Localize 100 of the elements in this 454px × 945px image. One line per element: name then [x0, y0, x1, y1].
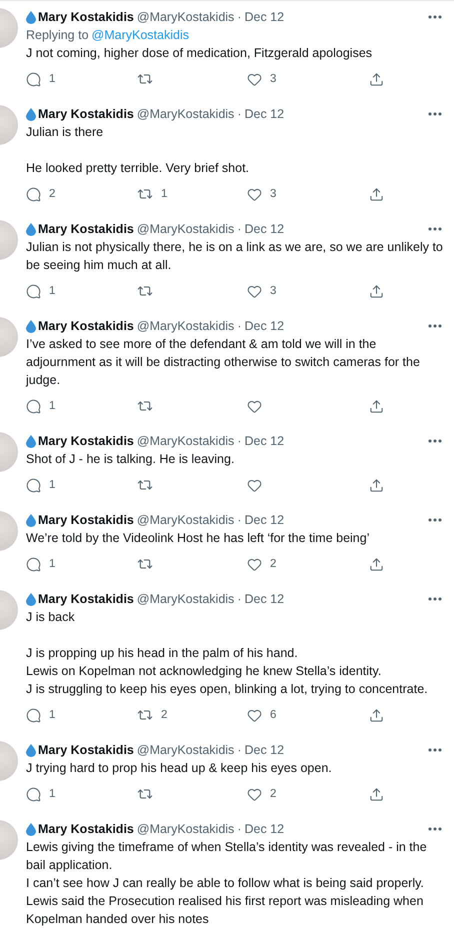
heart-icon	[247, 786, 262, 802]
author-name[interactable]: Mary Kostakidis	[38, 513, 134, 527]
drop-icon	[26, 108, 36, 120]
separator: ·	[237, 592, 242, 606]
reply-button[interactable]: 1	[26, 284, 56, 298]
author-handle: @MaryKostakidis	[136, 222, 234, 236]
like-button[interactable]	[247, 478, 262, 492]
reply-button[interactable]: 1	[26, 478, 56, 492]
tweet-date[interactable]: Dec 12	[244, 222, 284, 236]
tweet-date[interactable]: Dec 12	[244, 434, 284, 448]
share-button[interactable]	[369, 284, 384, 298]
author-name[interactable]: Mary Kostakidis	[38, 10, 134, 24]
retweet-button[interactable]: 2	[137, 707, 168, 723]
more-icon[interactable]	[428, 15, 442, 19]
author-handle: @MaryKostakidis	[136, 743, 234, 757]
author-handle: @MaryKostakidis	[136, 10, 234, 24]
more-icon[interactable]	[428, 748, 442, 752]
more-icon[interactable]	[428, 324, 442, 328]
drop-icon	[26, 592, 36, 606]
like-button[interactable]: 3	[247, 284, 276, 298]
speech-bubble-icon	[26, 72, 41, 86]
more-icon[interactable]	[428, 518, 442, 522]
share-icon	[369, 478, 384, 492]
tweet-text-line: Lewis said the Prosecution realised his first report was misleading when	[26, 893, 424, 910]
tweet-text-line: Kopelman handed over his notes	[26, 911, 210, 928]
more-icon[interactable]	[428, 227, 442, 231]
reply-button[interactable]: 1	[26, 786, 56, 802]
share-button[interactable]	[369, 72, 384, 86]
tweet-text-line: I can’t see how J can really be able to follow what is being said properly.	[26, 875, 425, 892]
separator: ·	[237, 743, 242, 757]
share-icon	[369, 398, 384, 414]
drop-icon	[26, 434, 36, 448]
retweet-button[interactable]: 1	[137, 186, 168, 202]
like-button[interactable]	[247, 398, 262, 414]
tweet-text-line: J is struggling to keep his eyes open, blinking a lot, trying to concentrate.	[26, 681, 429, 698]
heart-icon	[247, 708, 262, 722]
reply-button[interactable]: 1	[26, 708, 56, 722]
share-button[interactable]	[369, 786, 384, 802]
tweet-text-line: J is propping up his head in the palm of his hand.	[26, 645, 299, 662]
author-name[interactable]: Mary Kostakidis	[38, 743, 134, 757]
tweet-text-line: Julian is not physically there, he is on a link as we are, so we are unlikely to	[26, 239, 444, 256]
share-button[interactable]	[369, 556, 384, 572]
separator: ·	[237, 434, 242, 448]
replying-to-label: Replying to	[26, 28, 89, 42]
like-button[interactable]: 2	[247, 786, 276, 802]
like-button[interactable]: 2	[247, 556, 276, 572]
author-handle: @MaryKostakidis	[136, 107, 234, 121]
tweet-date[interactable]: Dec 12	[244, 743, 284, 757]
author-name[interactable]: Mary Kostakidis	[38, 222, 134, 236]
tweet-text-line: We’re told by the Videolink Host he has left ‘for the time being’	[26, 530, 370, 547]
author-handle: @MaryKostakidis	[136, 822, 234, 836]
like-button[interactable]: 6	[247, 708, 276, 722]
drop-icon	[26, 320, 36, 332]
like-button[interactable]: 3	[247, 72, 276, 86]
more-icon[interactable]	[428, 112, 442, 116]
heart-icon	[247, 398, 262, 414]
tweet-date[interactable]: Dec 12	[244, 107, 284, 121]
speech-bubble-icon	[26, 284, 41, 298]
tweet-date[interactable]: Dec 12	[244, 822, 284, 836]
share-button[interactable]	[369, 478, 384, 492]
author-name[interactable]: Mary Kostakidis	[38, 319, 134, 333]
separator: ·	[237, 10, 242, 24]
speech-bubble-icon	[26, 478, 41, 492]
share-icon	[369, 708, 384, 722]
tweet-text-line: judge.	[26, 372, 62, 389]
tweet-date[interactable]: Dec 12	[244, 319, 284, 333]
author-name[interactable]: Mary Kostakidis	[38, 592, 134, 606]
speech-bubble-icon	[26, 398, 41, 414]
heart-icon	[247, 556, 262, 572]
heart-icon	[247, 284, 262, 298]
author-name[interactable]: Mary Kostakidis	[38, 434, 134, 448]
tweet-text-line: adjournment as it will be distracting otherwise to switch cameras for the	[26, 354, 421, 371]
drop-icon	[26, 744, 36, 756]
share-icon	[369, 72, 384, 86]
share-button[interactable]	[369, 186, 384, 202]
author-name[interactable]: Mary Kostakidis	[38, 822, 134, 836]
heart-icon	[247, 478, 262, 492]
reply-button[interactable]: 1	[26, 72, 56, 86]
author-handle: @MaryKostakidis	[136, 513, 234, 527]
author-handle: @MaryKostakidis	[136, 592, 234, 606]
reply-button[interactable]: 1	[26, 556, 56, 572]
speech-bubble-icon	[26, 786, 41, 802]
more-icon[interactable]	[428, 827, 442, 831]
separator: ·	[237, 822, 242, 836]
tweet-date[interactable]: Dec 12	[244, 513, 284, 527]
tweet-text-line: J not coming, higher dose of medication, Fitzgerald apologises	[26, 45, 374, 62]
share-button[interactable]	[369, 398, 384, 414]
more-icon[interactable]	[428, 597, 442, 601]
tweet-date[interactable]: Dec 12	[244, 592, 284, 606]
share-button[interactable]	[369, 708, 384, 722]
more-icon[interactable]	[428, 439, 442, 443]
tweet-text-line: J trying hard to prop his head up & keep his eyes open.	[26, 760, 333, 777]
tweet-text-line: Lewis on Kopelman not acknowledging he knew Stella’s identity.	[26, 663, 382, 680]
like-button[interactable]: 3	[247, 186, 276, 202]
reply-button[interactable]: 1	[26, 398, 56, 414]
author-name[interactable]: Mary Kostakidis	[38, 107, 134, 121]
tweet-text-line: J is back	[26, 609, 76, 626]
drop-icon	[26, 222, 36, 236]
tweet-date[interactable]: Dec 12	[244, 10, 284, 24]
reply-button[interactable]: 2	[26, 186, 56, 202]
